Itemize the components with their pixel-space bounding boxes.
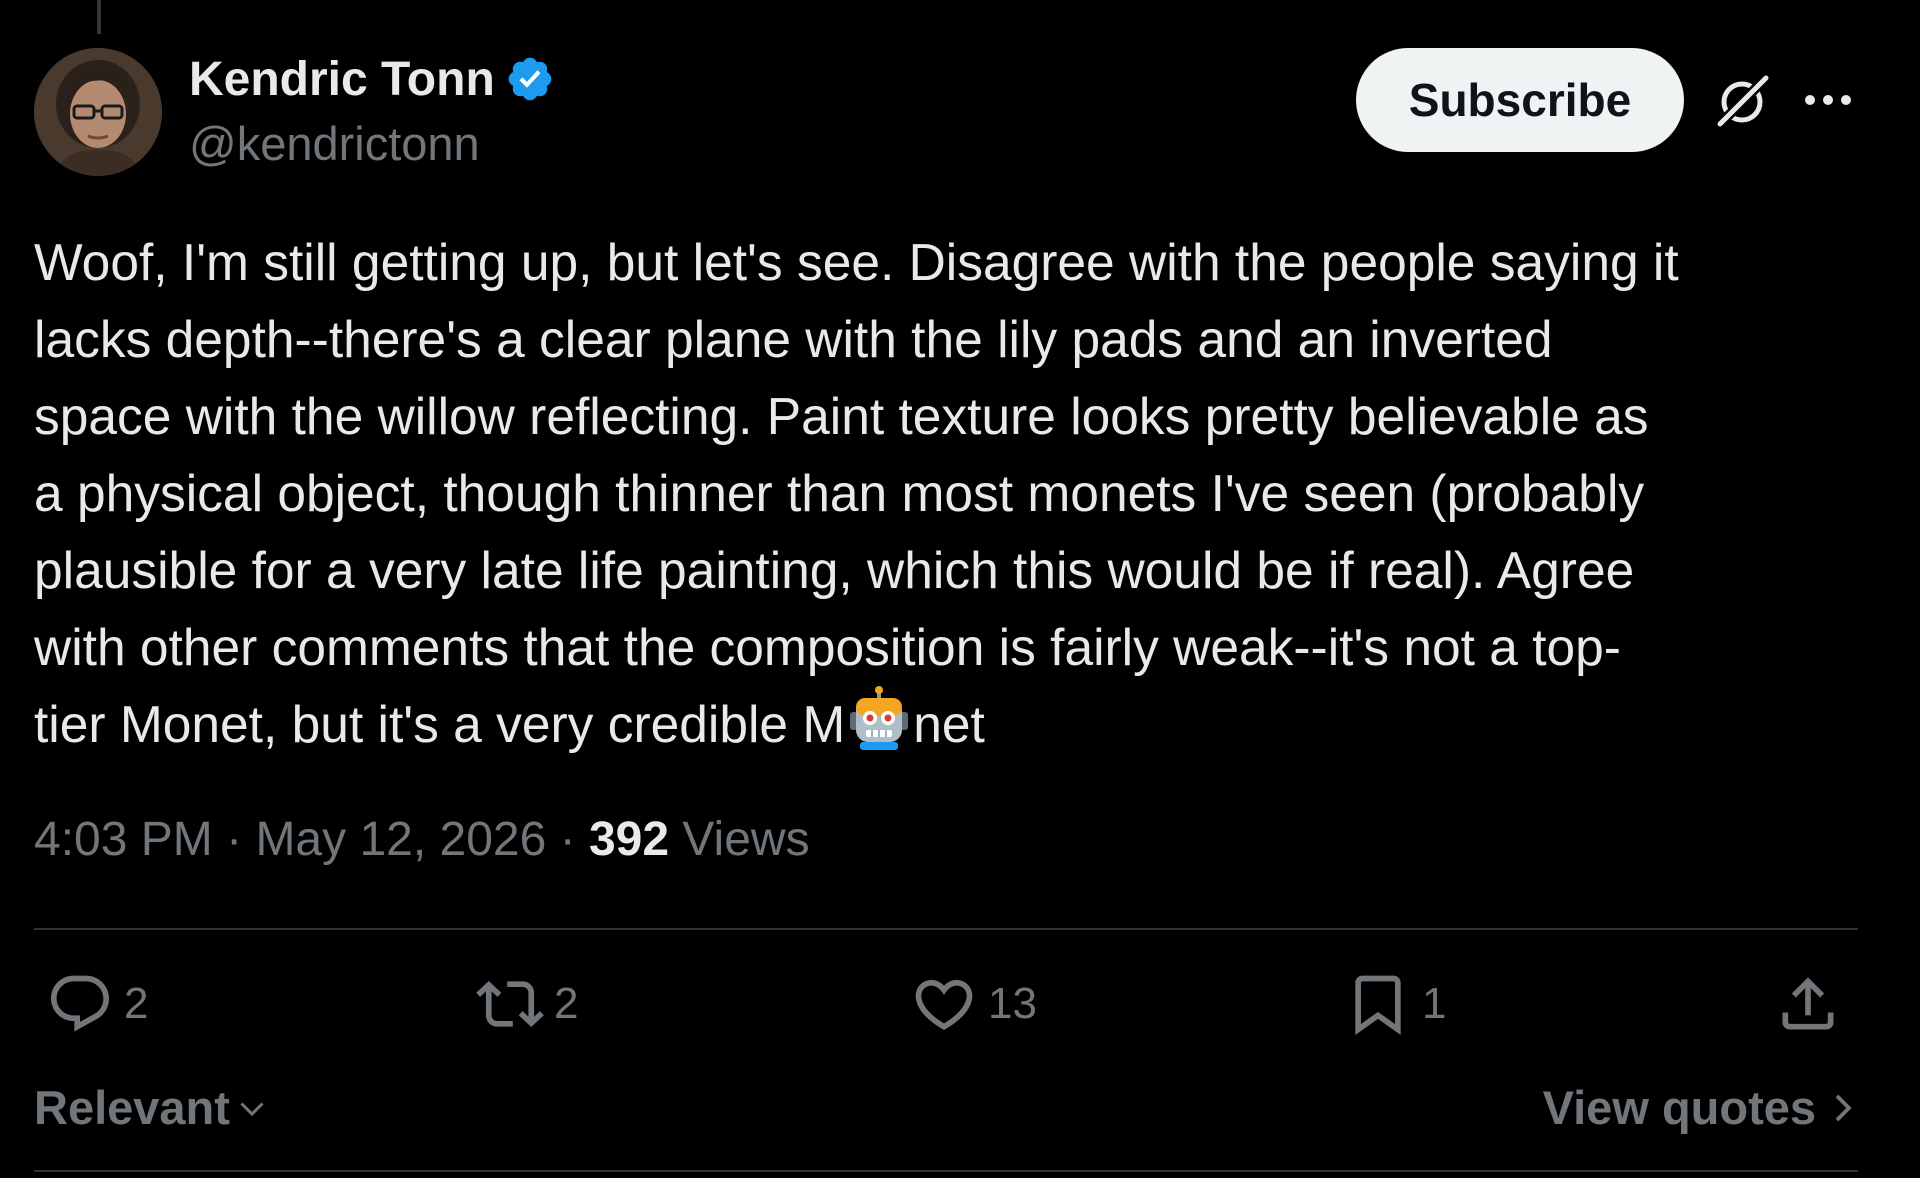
divider: [34, 928, 1858, 930]
sort-dropdown[interactable]: Relevant: [34, 1080, 270, 1135]
reply-button[interactable]: 2: [46, 970, 148, 1038]
reply-icon: [50, 975, 110, 1032]
like-button[interactable]: 13: [910, 970, 1037, 1038]
chevron-down-icon: [240, 1101, 264, 1116]
author-display-name[interactable]: Kendric Tonn: [189, 52, 495, 107]
bookmark-button[interactable]: 1: [1344, 970, 1446, 1038]
avatar-image: [34, 48, 162, 176]
tweet-text-end: net: [913, 695, 985, 753]
views-count: 392: [588, 813, 670, 866]
tweet-action-bar: 2 2 13 1: [0, 970, 1920, 1050]
reply-count: 2: [124, 979, 149, 1028]
verified-badge-icon[interactable]: [505, 54, 555, 104]
view-quotes-label: View quotes: [1542, 1081, 1816, 1134]
share-icon: [1782, 977, 1834, 1030]
meta-separator: ·: [226, 813, 243, 866]
views-label: Views: [682, 813, 810, 866]
retweet-count: 2: [554, 979, 579, 1028]
thread-connector-line: [97, 0, 101, 34]
bookmark-count: 1: [1422, 979, 1447, 1028]
sort-label: Relevant: [34, 1081, 230, 1134]
tweet-time[interactable]: 4:03 PM: [34, 813, 213, 866]
retweet-icon: [476, 980, 544, 1028]
author-handle[interactable]: @kendrictonn: [189, 116, 480, 171]
subscribe-button[interactable]: Subscribe: [1356, 48, 1684, 152]
view-quotes-link[interactable]: View quotes: [1543, 1080, 1858, 1135]
meta-separator: ·: [559, 813, 576, 866]
tweet-meta: 4:03 PM · May 12, 2026 · 392 Views: [34, 812, 810, 867]
tweet-date[interactable]: May 12, 2026: [255, 813, 546, 866]
bookmark-icon: [1355, 975, 1401, 1035]
grok-icon[interactable]: [1712, 70, 1772, 130]
like-icon: [915, 979, 973, 1030]
robot-face-emoji-icon: [850, 686, 909, 750]
author-name-row: Kendric Tonn: [189, 50, 555, 108]
more-icon[interactable]: [1800, 78, 1856, 122]
avatar[interactable]: [34, 48, 162, 176]
bottom-divider: [34, 1170, 1858, 1172]
share-button[interactable]: [1774, 970, 1842, 1038]
retweet-button[interactable]: 2: [476, 970, 578, 1038]
chevron-right-icon: [1835, 1094, 1852, 1121]
replies-footer: Relevant View quotes: [34, 1080, 1858, 1140]
tweet-text-main: Woof, I'm still getting up, but let's se…: [34, 233, 1679, 753]
like-count: 13: [988, 979, 1037, 1028]
tweet-text: Woof, I'm still getting up, but let's se…: [34, 224, 1884, 763]
